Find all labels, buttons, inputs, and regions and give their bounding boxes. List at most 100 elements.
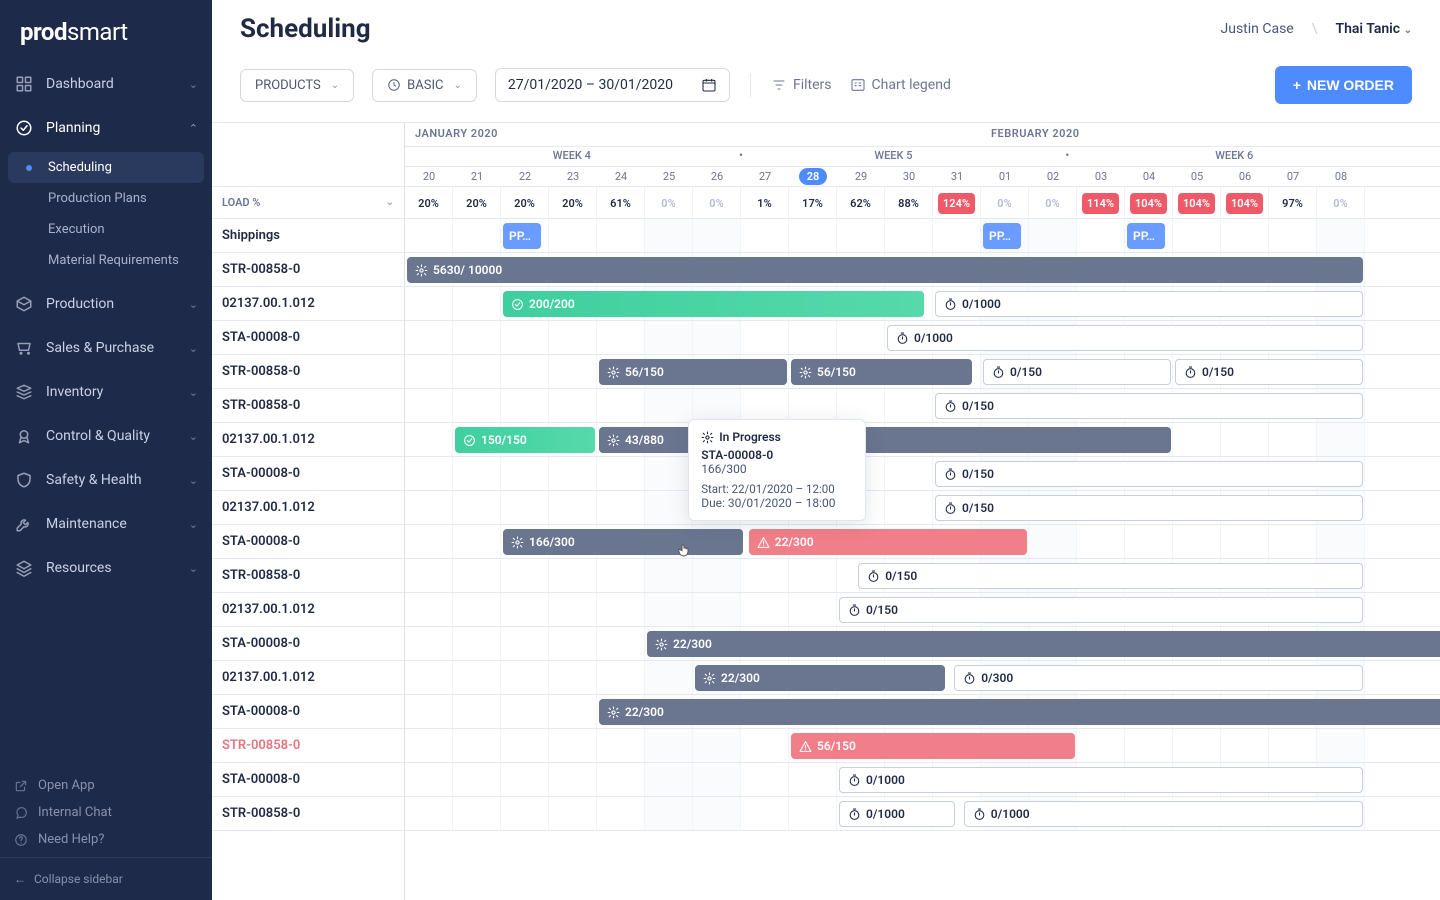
day-cell[interactable]: 25 bbox=[645, 167, 693, 186]
row-label[interactable]: STR-00858-0 bbox=[212, 253, 404, 287]
day-cell[interactable]: 07 bbox=[1269, 167, 1317, 186]
gantt-bar[interactable]: 22/300 bbox=[695, 665, 945, 691]
day-cell[interactable]: 08 bbox=[1317, 167, 1365, 186]
row-label[interactable]: 02137.00.1.012 bbox=[212, 661, 404, 695]
day-cell[interactable]: 26 bbox=[693, 167, 741, 186]
gantt-bar[interactable]: PP… bbox=[1127, 223, 1165, 249]
products-dropdown[interactable]: PRODUCTS⌄ bbox=[240, 69, 354, 102]
row-label[interactable]: 02137.00.1.012 bbox=[212, 491, 404, 525]
sidebar-item-inventory[interactable]: Inventory⌄ bbox=[0, 370, 212, 414]
collapse-sidebar-button[interactable]: ← Collapse sidebar bbox=[0, 857, 212, 900]
day-cell[interactable]: 31 bbox=[933, 167, 981, 186]
gantt-bar[interactable]: 0/150 bbox=[935, 461, 1363, 487]
gantt-bar[interactable]: 43/880 bbox=[599, 427, 1171, 453]
day-cell[interactable]: 22 bbox=[501, 167, 549, 186]
day-cell[interactable]: 04 bbox=[1125, 167, 1173, 186]
day-cell[interactable]: 21 bbox=[453, 167, 501, 186]
row-label[interactable]: Shippings bbox=[212, 219, 404, 253]
sidebar-item-maintenance[interactable]: Maintenance⌄ bbox=[0, 502, 212, 546]
gantt-bar[interactable]: 56/150 bbox=[791, 733, 1075, 759]
sidebar-item-resources[interactable]: Resources⌄ bbox=[0, 546, 212, 590]
gantt-bar[interactable]: 0/300 bbox=[954, 665, 1363, 691]
gantt-bar[interactable]: PP… bbox=[503, 223, 541, 249]
subnav-item-material-requirements[interactable]: Material Requirements bbox=[0, 245, 212, 276]
gantt-row: 200/200 0/1000 bbox=[405, 287, 1440, 321]
day-cell[interactable]: 27 bbox=[741, 167, 789, 186]
subnav-item-execution[interactable]: Execution bbox=[0, 214, 212, 245]
row-label[interactable]: STR-00858-0 bbox=[212, 389, 404, 423]
collapse-label: Collapse sidebar bbox=[34, 872, 123, 886]
row-label[interactable]: STA-00008-0 bbox=[212, 695, 404, 729]
basic-dropdown[interactable]: BASIC⌄ bbox=[372, 69, 477, 102]
day-cell[interactable]: 28 bbox=[789, 167, 837, 186]
sidebar-item-control-quality[interactable]: Control & Quality⌄ bbox=[0, 414, 212, 458]
day-cell[interactable]: 20 bbox=[405, 167, 453, 186]
load-cell: 0% bbox=[1029, 187, 1077, 219]
row-label[interactable]: STR-00858-0 bbox=[212, 797, 404, 831]
gantt-bar[interactable]: 22/300 bbox=[647, 631, 1440, 657]
gantt-bar[interactable]: 0/1000 bbox=[935, 291, 1363, 317]
row-label[interactable]: STR-00858-0 bbox=[212, 729, 404, 763]
gantt-bar[interactable]: 0/1000 bbox=[839, 801, 955, 827]
day-cell[interactable]: 01 bbox=[981, 167, 1029, 186]
org-name[interactable]: Thai Tanic ⌄ bbox=[1335, 21, 1412, 37]
row-label[interactable]: STR-00858-0 bbox=[212, 559, 404, 593]
date-range-input[interactable]: 27/01/2020 – 30/01/2020 bbox=[495, 68, 730, 102]
gantt-bar[interactable]: 0/150 bbox=[935, 393, 1363, 419]
row-label[interactable]: 02137.00.1.012 bbox=[212, 593, 404, 627]
gantt-row: 0/150 bbox=[405, 559, 1440, 593]
day-cell[interactable]: 23 bbox=[549, 167, 597, 186]
sidebar-item-planning[interactable]: Planning⌃ bbox=[0, 106, 212, 150]
footer-item-open-app[interactable]: Open App bbox=[14, 772, 198, 799]
day-cell[interactable]: 06 bbox=[1221, 167, 1269, 186]
sidebar-item-sales-purchase[interactable]: Sales & Purchase⌄ bbox=[0, 326, 212, 370]
day-cell[interactable]: 24 bbox=[597, 167, 645, 186]
sidebar-item-production[interactable]: Production⌄ bbox=[0, 282, 212, 326]
day-cell[interactable]: 03 bbox=[1077, 167, 1125, 186]
gantt-bar[interactable]: 22/300 bbox=[749, 529, 1027, 555]
gantt-bar[interactable]: 166/300 bbox=[503, 529, 743, 555]
gear-icon bbox=[799, 366, 812, 379]
day-cell[interactable]: 02 bbox=[1029, 167, 1077, 186]
gantt-bar[interactable]: PP… bbox=[983, 223, 1021, 249]
alert-icon bbox=[799, 740, 812, 753]
footer-item-internal-chat[interactable]: Internal Chat bbox=[14, 799, 198, 826]
footer-item-need-help-[interactable]: Need Help? bbox=[14, 826, 198, 853]
row-label[interactable]: STA-00008-0 bbox=[212, 525, 404, 559]
row-label[interactable]: STR-00858-0 bbox=[212, 355, 404, 389]
row-label[interactable]: STA-00008-0 bbox=[212, 457, 404, 491]
filters-button[interactable]: Filters bbox=[771, 77, 832, 93]
new-order-button[interactable]: + NEW ORDER bbox=[1275, 66, 1412, 104]
gantt-bar[interactable]: 0/150 bbox=[1175, 359, 1363, 385]
row-label[interactable]: STA-00008-0 bbox=[212, 763, 404, 797]
gantt-bar[interactable]: 0/150 bbox=[935, 495, 1363, 521]
subnav-item-scheduling[interactable]: Scheduling bbox=[8, 152, 204, 183]
gantt-bar[interactable]: 56/150 bbox=[599, 359, 787, 385]
gantt-bar[interactable]: 5630/ 10000 bbox=[407, 257, 1363, 283]
sidebar-nav: Dashboard⌄Planning⌃SchedulingProduction … bbox=[0, 62, 212, 762]
subnav-item-production-plans[interactable]: Production Plans bbox=[0, 183, 212, 214]
gantt-bar[interactable]: 0/1000 bbox=[887, 325, 1363, 351]
row-label[interactable]: 02137.00.1.012 bbox=[212, 423, 404, 457]
row-label[interactable]: STA-00008-0 bbox=[212, 321, 404, 355]
row-label[interactable]: STA-00008-0 bbox=[212, 627, 404, 661]
day-cell[interactable]: 29 bbox=[837, 167, 885, 186]
timer-icon bbox=[992, 366, 1005, 379]
gantt-bar[interactable]: 0/1000 bbox=[964, 801, 1363, 827]
gantt-bar[interactable]: 22/300 bbox=[599, 699, 1440, 725]
gantt-bar[interactable]: 150/150 bbox=[455, 427, 595, 453]
gantt-bar[interactable]: 200/200 bbox=[503, 291, 924, 317]
day-cell[interactable]: 05 bbox=[1173, 167, 1221, 186]
gantt-bar[interactable]: 0/150 bbox=[983, 359, 1171, 385]
gantt-bar[interactable]: 0/150 bbox=[858, 563, 1363, 589]
load-header[interactable]: LOAD % ⌄ bbox=[212, 187, 404, 219]
sidebar-item-dashboard[interactable]: Dashboard⌄ bbox=[0, 62, 212, 106]
day-cell[interactable]: 30 bbox=[885, 167, 933, 186]
row-label[interactable]: 02137.00.1.012 bbox=[212, 287, 404, 321]
chart-legend-button[interactable]: Chart legend bbox=[850, 77, 951, 93]
gantt-bar[interactable]: 56/150 bbox=[791, 359, 972, 385]
user-name[interactable]: Justin Case bbox=[1221, 21, 1294, 37]
gantt-bar[interactable]: 0/150 bbox=[839, 597, 1363, 623]
gantt-bar[interactable]: 0/1000 bbox=[839, 767, 1363, 793]
sidebar-item-safety-health[interactable]: Safety & Health⌄ bbox=[0, 458, 212, 502]
